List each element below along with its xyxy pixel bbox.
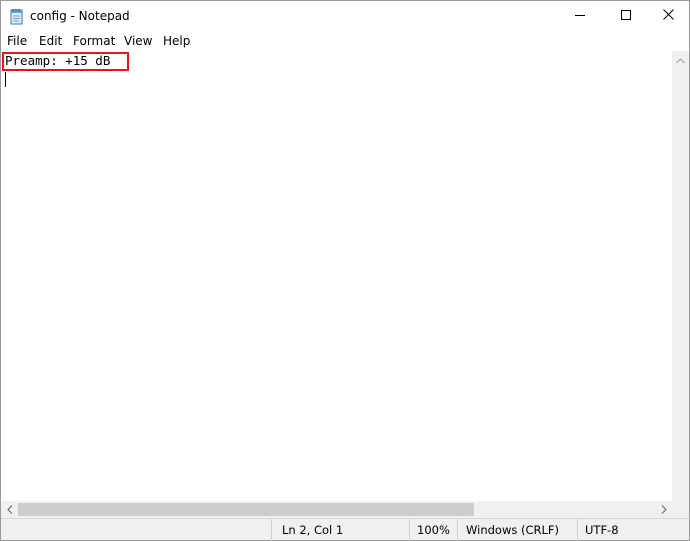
- maximize-button[interactable]: [603, 1, 649, 31]
- horizontal-scroll-thumb[interactable]: [18, 503, 474, 516]
- menu-help[interactable]: Help: [163, 34, 190, 48]
- close-icon: [662, 9, 674, 23]
- highlight-annotation: [2, 52, 129, 71]
- close-button[interactable]: [645, 1, 690, 31]
- menu-file[interactable]: File: [7, 34, 27, 48]
- scroll-right-button[interactable]: [655, 501, 672, 518]
- menu-bar: File Edit Format View Help: [1, 31, 689, 51]
- status-encoding: UTF-8: [577, 519, 689, 541]
- notepad-icon: [10, 8, 24, 25]
- status-line-ending: Windows (CRLF): [457, 519, 577, 541]
- title-bar[interactable]: config - Notepad: [1, 1, 689, 31]
- menu-edit[interactable]: Edit: [39, 34, 62, 48]
- scroll-left-button[interactable]: [1, 501, 18, 518]
- text-caret: [5, 72, 6, 87]
- menu-view[interactable]: View: [124, 34, 152, 48]
- vertical-scrollbar[interactable]: [672, 51, 689, 501]
- minimize-icon: [575, 9, 585, 23]
- status-cursor-position: Ln 2, Col 1: [271, 519, 409, 541]
- status-bar: Ln 2, Col 1 100% Windows (CRLF) UTF-8: [1, 518, 689, 541]
- chevron-right-icon: [661, 503, 667, 517]
- chevron-left-icon: [6, 503, 13, 517]
- menu-format[interactable]: Format: [73, 34, 115, 48]
- minimize-button[interactable]: [557, 1, 603, 31]
- text-editor[interactable]: Preamp: +15 dB: [1, 51, 672, 501]
- horizontal-scrollbar[interactable]: [1, 501, 672, 518]
- notepad-window: config - Notepad File Edit Format View H…: [0, 0, 690, 541]
- chevron-up-icon: [676, 53, 685, 67]
- window-title: config - Notepad: [30, 9, 130, 23]
- scrollbar-corner: [672, 501, 689, 518]
- status-zoom: 100%: [409, 519, 457, 541]
- scroll-up-button[interactable]: [672, 51, 689, 68]
- maximize-icon: [621, 9, 631, 23]
